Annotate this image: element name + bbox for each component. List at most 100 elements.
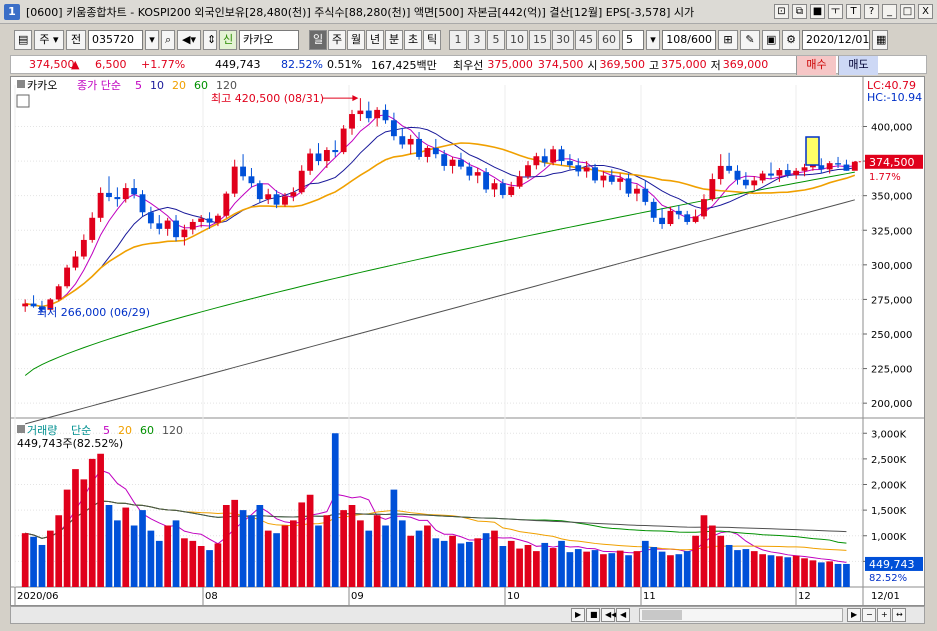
candle	[709, 173, 716, 202]
candle	[30, 295, 37, 308]
candle-body	[374, 109, 381, 119]
count-dropdown-icon[interactable]: ▾	[646, 30, 660, 50]
minute-option-1[interactable]: 1	[449, 30, 467, 50]
draw-tool-icon[interactable]: ✎	[740, 30, 760, 50]
turnover-rate: 0.51%	[327, 58, 362, 71]
volume-bar	[843, 563, 850, 587]
arrows-icon[interactable]: ⇕	[203, 30, 217, 50]
zoom-out-icon[interactable]: −	[862, 608, 876, 622]
zoom-in-icon[interactable]: +	[877, 608, 891, 622]
credit-badge[interactable]: 신	[219, 30, 237, 50]
scroll-track[interactable]	[639, 608, 843, 622]
volume-bar	[206, 550, 213, 587]
minute-option-10[interactable]: 10	[506, 30, 528, 50]
window-button-4[interactable]: T	[846, 4, 861, 19]
volume-bar	[331, 433, 339, 587]
window-button-5[interactable]: ?	[864, 4, 879, 19]
candle	[340, 125, 347, 155]
candle	[80, 234, 87, 260]
volume-bar	[541, 542, 549, 587]
volume-bar	[357, 520, 364, 587]
buy-button[interactable]: 매수	[796, 56, 836, 75]
scroll-left-icon[interactable]: ▶	[571, 608, 585, 622]
window-button-6[interactable]: _	[882, 4, 897, 19]
candle-body	[499, 183, 506, 195]
minute-option-60[interactable]: 60	[598, 30, 620, 50]
prev-button[interactable]: 전	[66, 30, 86, 50]
range-field[interactable]: 108/600	[662, 30, 716, 50]
candle	[734, 165, 741, 185]
period-tab-틱[interactable]: 틱	[423, 30, 441, 50]
candle-body	[483, 172, 490, 190]
save-icon[interactable]: ▣	[762, 30, 780, 50]
scroll-prev-icon[interactable]: ◀	[616, 608, 630, 622]
period-tab-분[interactable]: 분	[385, 30, 403, 50]
window-button-2[interactable]: ■	[810, 4, 825, 19]
date-input[interactable]: 2020/12/01	[802, 30, 870, 50]
sell-button[interactable]: 매도	[838, 56, 878, 75]
candle-body	[97, 192, 104, 218]
stop-icon[interactable]: ■	[586, 608, 600, 622]
speaker-icon[interactable]: ◀▾	[177, 30, 201, 50]
candle-body	[265, 194, 272, 200]
chart-menu-icon[interactable]: ▤	[14, 30, 32, 50]
grid-toggle-icon[interactable]	[16, 94, 30, 108]
candle-body	[290, 192, 297, 197]
scroll-thumb[interactable]	[642, 610, 682, 620]
candle-body	[424, 147, 431, 157]
window-button-1[interactable]: ⧉	[792, 4, 807, 19]
candle-body	[365, 110, 372, 119]
volume-bar	[365, 530, 373, 587]
candle-body	[801, 167, 808, 171]
candle	[106, 176, 112, 202]
minute-option-45[interactable]: 45	[575, 30, 597, 50]
x-tick-label: 12	[798, 591, 811, 602]
chart-area[interactable]: 400,000375,000350,000325,000300,000275,0…	[10, 76, 925, 606]
candle-body	[332, 150, 339, 153]
minute-option-15[interactable]: 15	[529, 30, 551, 50]
volume-bar	[348, 505, 356, 587]
candle	[558, 145, 565, 166]
stock-code-input[interactable]: 035720	[88, 30, 143, 50]
candle	[223, 191, 230, 218]
fit-icon[interactable]: ↔	[892, 608, 906, 622]
volume-bar	[533, 551, 540, 587]
period-tab-월[interactable]: 월	[347, 30, 365, 50]
volume-bar	[566, 552, 574, 587]
next-bar-box[interactable]	[805, 136, 820, 166]
window-button-3[interactable]: ㅜ	[828, 4, 843, 19]
window-button-8[interactable]: X	[918, 4, 933, 19]
candle-body	[131, 188, 138, 195]
price-volume-chart[interactable]: 400,000375,000350,000325,000300,000275,0…	[11, 77, 924, 605]
volume-bar	[298, 502, 306, 587]
minute-option-5[interactable]: 5	[487, 30, 505, 50]
candle-body	[566, 161, 573, 166]
scroll-next-icon[interactable]: ▶	[847, 608, 861, 622]
candle	[742, 172, 749, 189]
code-dropdown-icon[interactable]: ▾	[145, 30, 159, 50]
period-tab-주[interactable]: 주	[328, 30, 346, 50]
window-button-7[interactable]: □	[900, 4, 915, 19]
period-tab-초[interactable]: 초	[404, 30, 422, 50]
candle	[474, 168, 481, 184]
candle	[793, 168, 800, 180]
rewind-icon[interactable]: ◀◀	[601, 608, 617, 622]
grid-icon[interactable]: ⊞	[718, 30, 738, 50]
minute-option-3[interactable]: 3	[468, 30, 486, 50]
volume-bar	[72, 469, 79, 587]
period-tab-년[interactable]: 년	[366, 30, 384, 50]
search-icon[interactable]: ⌕	[161, 30, 175, 50]
period-tab-일[interactable]: 일	[309, 30, 327, 50]
window-button-0[interactable]: ⊡	[774, 4, 789, 19]
candle	[751, 176, 758, 191]
count-input[interactable]: 5	[622, 30, 644, 50]
calendar-icon[interactable]: ▦	[872, 30, 888, 50]
candle	[851, 161, 858, 171]
market-type-select[interactable]: 주 ▾	[34, 30, 64, 50]
settings-icon[interactable]: ⚙	[782, 30, 800, 50]
minute-option-30[interactable]: 30	[552, 30, 574, 50]
chart-scrollbar[interactable]: ▶ ■ ◀◀ ◀ ▶ − + ↔	[10, 606, 925, 624]
candle	[240, 154, 247, 181]
low-note: 최저 266,000 (06/29)	[37, 306, 150, 319]
volume-bar	[650, 547, 658, 587]
